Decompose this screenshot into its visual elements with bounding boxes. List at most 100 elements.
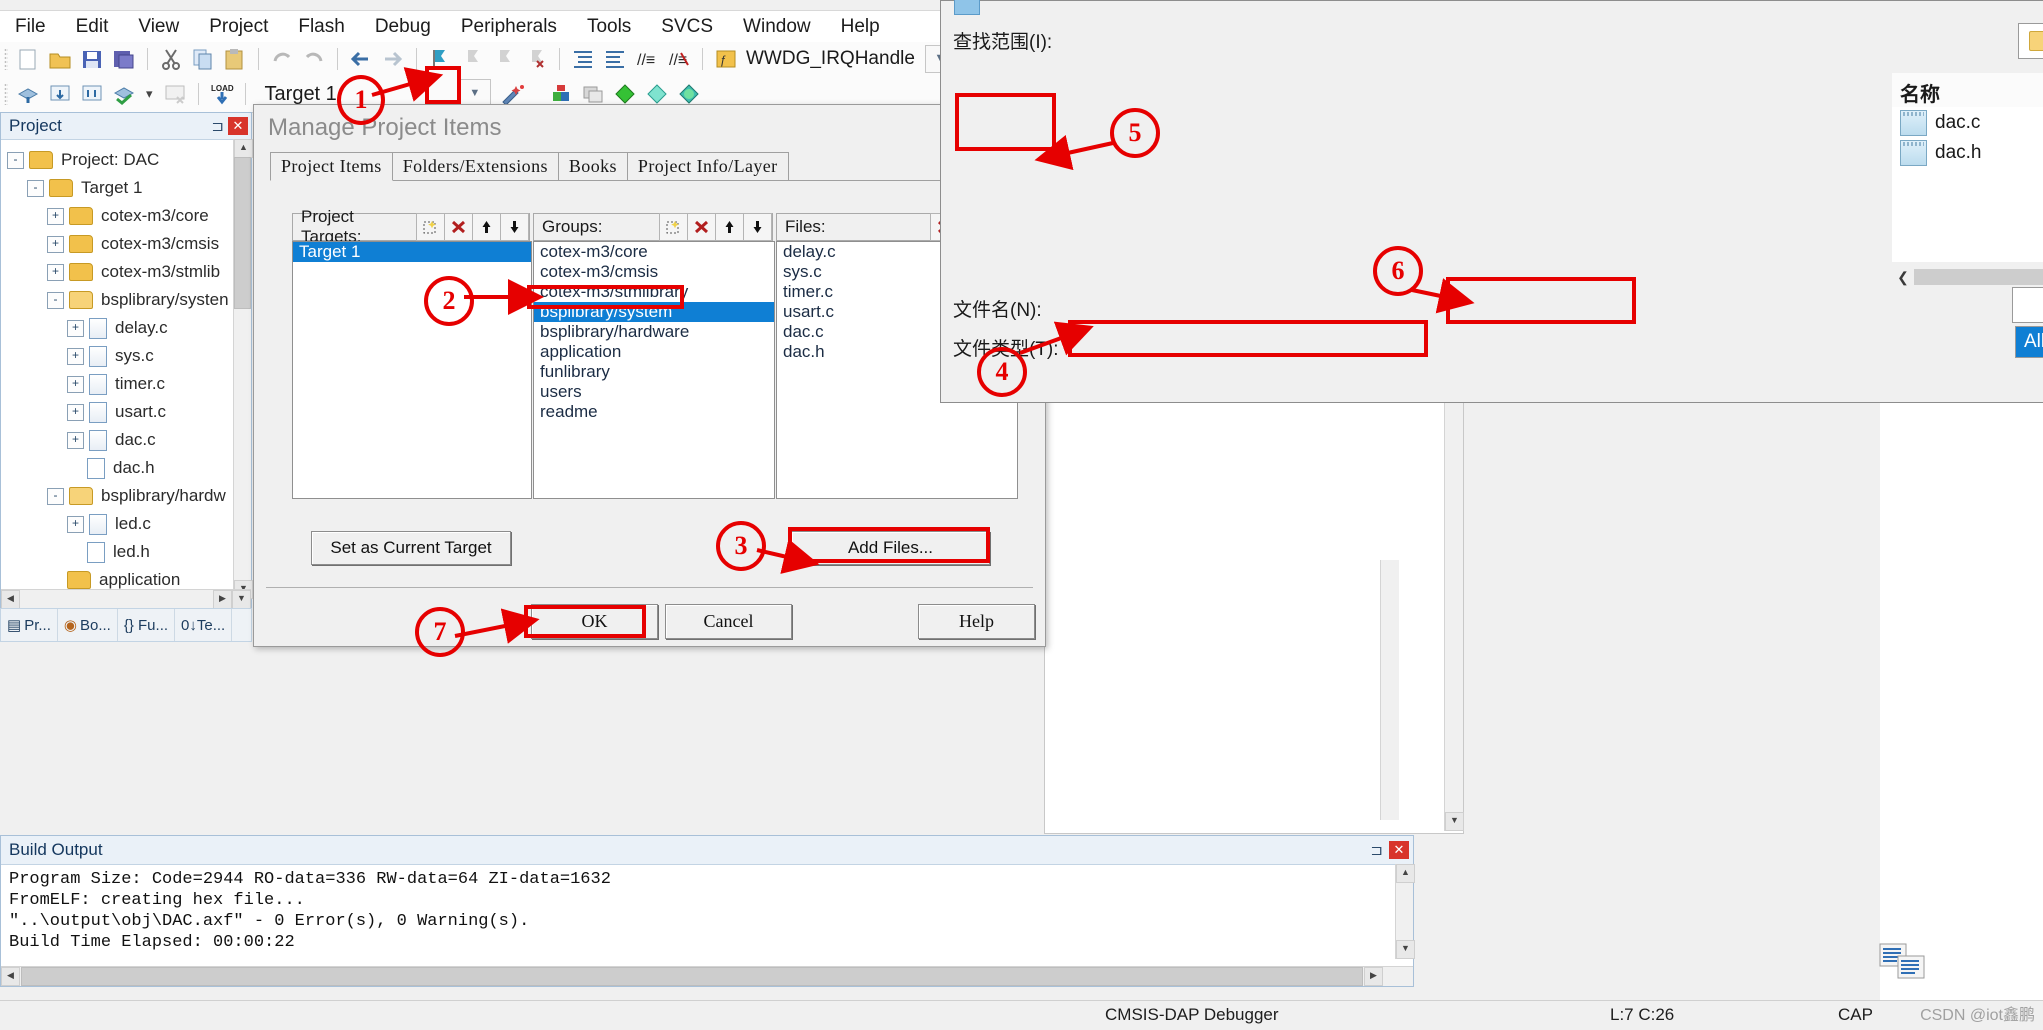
bookmark-next-icon[interactable] (491, 47, 517, 71)
menu-item-peripherals[interactable]: Peripherals (446, 11, 572, 43)
manage-project-items-dialog[interactable]: Manage Project Items Project Items Folde… (253, 104, 1046, 647)
rebuild-icon[interactable] (79, 82, 105, 106)
tree-item-led-c[interactable]: + led.c (1, 510, 251, 538)
close-icon[interactable]: ✕ (1389, 841, 1409, 859)
redo-icon[interactable] (301, 47, 327, 71)
toolbar-grip[interactable] (4, 48, 8, 70)
uncomment-icon[interactable]: //≡ (666, 47, 692, 71)
bookmark-clear-icon[interactable] (523, 47, 549, 71)
scroll-dropdown-arrow[interactable]: ▼ (232, 590, 251, 609)
add-files-dialog[interactable]: 查找范围(I): dac ▼ 名称 修改日期 类 ︿ dac.c 2024/4/… (940, 0, 2043, 403)
collapse-icon[interactable]: - (47, 291, 64, 309)
save-all-icon[interactable] (111, 47, 137, 71)
tree-item-cotex-m3-core[interactable]: + cotex-m3/core (1, 202, 251, 230)
bookmark-prev-icon[interactable] (459, 47, 485, 71)
tree-item-bsplibrary-systen[interactable]: - bsplibrary/systen (1, 286, 251, 314)
group-list-item[interactable]: users (534, 382, 774, 402)
manage-components-icon[interactable] (580, 82, 606, 106)
tree-item-delay-c[interactable]: + delay.c (1, 314, 251, 342)
indent-icon[interactable] (570, 47, 596, 71)
scroll-thumb[interactable] (1914, 269, 2043, 285)
editor-scroll-stub[interactable] (1380, 560, 1399, 820)
tree-item-cotex-m3-stmlib[interactable]: + cotex-m3/stmlib (1, 258, 251, 286)
collapse-icon[interactable]: - (27, 179, 44, 197)
scroll-right-arrow[interactable]: ▶ (213, 590, 232, 609)
tree-item-led-h[interactable]: led.h (1, 538, 251, 566)
project-tree-vertical-scrollbar[interactable]: ▲ ▼ (233, 139, 253, 599)
menu-item-help[interactable]: Help (826, 11, 895, 43)
close-icon[interactable]: ✕ (228, 117, 248, 135)
copy-icon[interactable] (190, 47, 216, 71)
tree-item-timer-c[interactable]: + timer.c (1, 370, 251, 398)
tab-folders-extensions[interactable]: Folders/Extensions (391, 152, 559, 180)
group-list-item[interactable]: cotex-m3/stmlibrary (534, 282, 774, 302)
new-item-icon[interactable] (416, 213, 445, 241)
batch-build-icon[interactable] (111, 82, 137, 106)
file-row-dac-h[interactable]: dac.h (1900, 137, 1981, 169)
ok-button[interactable]: OK (531, 604, 658, 639)
expand-icon[interactable]: + (67, 375, 84, 393)
move-up-icon[interactable] (472, 213, 501, 241)
batch-build-chevron-down-icon[interactable]: ▾ (146, 86, 153, 102)
scroll-down-arrow[interactable]: ▼ (1445, 812, 1464, 831)
column-header-name[interactable]: 名称 (1900, 78, 1940, 107)
cut-icon[interactable] (158, 47, 184, 71)
undo-icon[interactable] (269, 47, 295, 71)
outdent-icon[interactable] (602, 47, 628, 71)
tab-functions[interactable]: {} Fu... (118, 609, 176, 641)
stop-build-icon[interactable] (162, 82, 188, 106)
group-list-item[interactable]: cotex-m3/core (534, 242, 774, 262)
scroll-up-arrow[interactable]: ▲ (1396, 864, 1415, 883)
bookmark-icon[interactable] (427, 47, 453, 71)
menu-item-edit[interactable]: Edit (61, 11, 124, 43)
scroll-left-arrow[interactable]: ◀ (1, 590, 20, 609)
move-down-icon[interactable] (743, 213, 772, 241)
target-combo-value[interactable]: Target 1 (265, 83, 337, 106)
scroll-left-arrow[interactable]: ◀ (1, 967, 20, 986)
tree-item-target-1[interactable]: - Target 1 (1, 174, 251, 202)
expand-icon[interactable]: + (67, 403, 84, 421)
menu-item-tools[interactable]: Tools (572, 11, 646, 43)
menu-item-view[interactable]: View (123, 11, 194, 43)
tab-templates[interactable]: 0↓Te... (175, 609, 233, 641)
menu-item-debug[interactable]: Debug (360, 11, 446, 43)
scroll-thumb[interactable] (20, 590, 213, 608)
download-load-icon[interactable]: LOAD (209, 82, 235, 106)
dialog-tabstrip[interactable]: Project Items Folders/Extensions Books P… (270, 152, 1028, 181)
build-output-pane[interactable]: Build Output ⊐ ✕ Program Size: Code=2944… (0, 835, 1415, 987)
pack-installer-globe-icon[interactable] (676, 82, 702, 106)
expand-icon[interactable]: + (67, 431, 84, 449)
groups-list[interactable]: cotex-m3/core cotex-m3/cmsis cotex-m3/st… (533, 241, 775, 499)
scroll-left-arrow[interactable]: ❮ (1892, 269, 1914, 286)
expand-icon[interactable]: + (47, 263, 64, 281)
file-name-field[interactable] (2013, 288, 2043, 322)
tab-project[interactable]: ▤ Pr... (1, 609, 58, 641)
look-in-combo[interactable]: dac ▼ (2018, 23, 2043, 59)
tree-item-project-dac[interactable]: - Project: DAC (1, 146, 251, 174)
project-tree[interactable]: - Project: DAC - Target 1 + cotex-m3/core + cot… (1, 140, 251, 606)
pack-installer-green-icon[interactable] (612, 82, 638, 106)
translate-icon[interactable] (15, 82, 41, 106)
toolbar-grip[interactable] (4, 83, 8, 105)
group-list-item[interactable]: funlibrary (534, 362, 774, 382)
tab-books[interactable]: Books (557, 152, 628, 180)
expand-icon[interactable]: + (47, 207, 64, 225)
back-navigate-icon[interactable] (348, 47, 374, 71)
save-icon[interactable] (79, 47, 105, 71)
scroll-thumb[interactable] (234, 157, 251, 309)
target-list-item[interactable]: Target 1 (293, 242, 531, 262)
expand-icon[interactable]: + (67, 515, 84, 533)
delete-icon[interactable] (444, 213, 473, 241)
scroll-up-arrow[interactable]: ▲ (234, 139, 253, 158)
file-type-combo[interactable]: All files (*.*) (2015, 326, 2043, 358)
manage-project-items-icon[interactable] (497, 82, 531, 106)
function-browse-icon[interactable]: ƒ (713, 47, 739, 71)
menu-item-svcs[interactable]: SVCS (646, 11, 728, 43)
menu-item-project[interactable]: Project (194, 11, 283, 43)
tab-project-info-layer[interactable]: Project Info/Layer (626, 152, 789, 180)
tab-project-items[interactable]: Project Items (270, 152, 393, 181)
file-name-input[interactable] (2012, 287, 2043, 323)
menu-item-flash[interactable]: Flash (283, 11, 359, 43)
build-output-vertical-scrollbar[interactable]: ▲ ▼ (1395, 864, 1415, 959)
expand-icon[interactable]: + (47, 235, 64, 253)
